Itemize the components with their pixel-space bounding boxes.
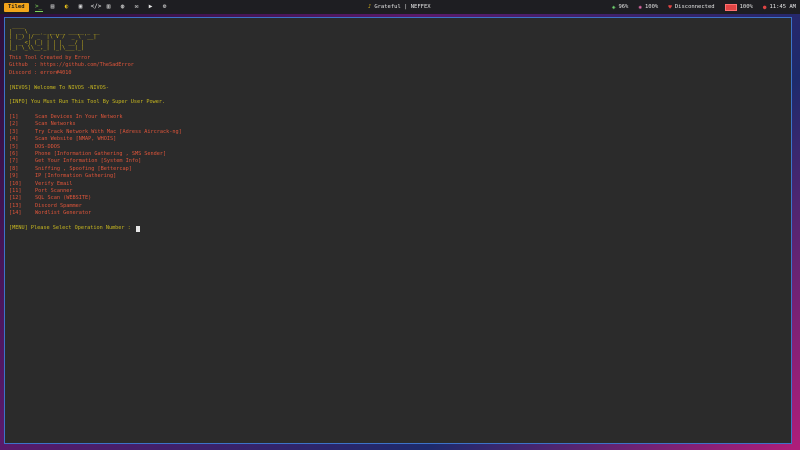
menu-item-label: Try Crack Network With Mac [Adress Aircr…	[35, 128, 182, 135]
wifi-value: 96%	[618, 4, 629, 10]
wifi-icon: ◈	[611, 3, 616, 11]
menu-item: [12] SQL Scan (WEBSITE)	[9, 195, 787, 202]
menu-item-number: [10]	[9, 180, 22, 187]
menu-item-label: Scan Devices In Your Network	[35, 114, 123, 121]
workspace-layout-button[interactable]: Tiled	[4, 2, 29, 12]
menu-item-number: [13]	[9, 202, 22, 209]
system-tray: ◈ 96% ✺ 100% ♥ Disconnected 100% ● 11:45…	[602, 0, 796, 14]
music-icon: ♪	[368, 4, 372, 10]
menu-item-label: Port Scanner	[35, 188, 73, 194]
chat-icon[interactable]: ◍	[119, 3, 127, 11]
menu-item-label: Phone [Information Gathering , SMS Sende…	[35, 151, 167, 158]
menu-item-label: Scan Networks	[35, 121, 76, 128]
credit-github: Github : https://github.com/TheSadError	[9, 62, 134, 69]
menu-item-number: [8]	[9, 165, 19, 172]
menu-item-number: [5]	[9, 143, 19, 150]
now-playing-label: Grateful | NEFFEX	[374, 4, 431, 10]
menu-item-number: [4]	[9, 136, 19, 143]
menu-item-label: DOS-DDOS	[35, 143, 60, 150]
terminal-window[interactable]: ____ | _ \ __ _ __ __ _____ _ __ | |_) |…	[4, 17, 792, 444]
menu-item-label: Scan Website [NMAP, WHOIS]	[35, 136, 117, 143]
operation-menu: [1] Scan Devices In Your Network [2] Scan …	[9, 114, 787, 217]
battery-status[interactable]: 100%	[724, 3, 753, 11]
menu-item-number: [2]	[9, 121, 19, 128]
video-icon[interactable]: ▶	[147, 3, 155, 11]
files-icon[interactable]: ▤	[49, 3, 57, 11]
info-line: [INFO] You Must Run This Tool By Super U…	[9, 99, 166, 106]
ascii-logo: ____ | _ \ __ _ __ __ _____ _ __ | |_) |…	[9, 23, 100, 52]
menu-item: [10] Verify Email	[9, 181, 787, 188]
menu-item-label: Discord Spammer	[35, 202, 82, 209]
code-icon[interactable]: </>	[91, 3, 102, 11]
welcome-line: [NIVOS] Welcome To NIVOS -NIVOS-	[9, 84, 109, 91]
prompt-label: [MENU] Please Select Operation Number :	[9, 224, 134, 231]
folder-icon[interactable]: ▣	[77, 3, 85, 11]
menu-item-label: SQL Scan (WEBSITE)	[35, 195, 92, 202]
menu-item: [9] IP [Information Gathering]	[9, 173, 787, 180]
menu-item-number: [9]	[9, 173, 19, 180]
vpn-icon: ♥	[668, 3, 672, 11]
menu-item: [14] Wordlist Generator	[9, 210, 787, 217]
menu-item-number: [1]	[9, 114, 19, 121]
cpu-status[interactable]: ✺ 100%	[638, 4, 658, 11]
wifi-status[interactable]: ◈ 96%	[612, 4, 629, 11]
document-icon[interactable]: ▥	[105, 3, 113, 11]
menu-item-number: [12]	[9, 195, 22, 202]
settings-icon[interactable]: ⚙	[161, 3, 169, 11]
browser-icon[interactable]: ◐	[63, 3, 71, 11]
top-panel: Tiled >_ ▤ ◐ ▣ </> ▥ ◍ ✉ ▶ ⚙ ♪ Grateful |…	[0, 0, 800, 14]
credit-discord: Discord : error#4010	[9, 69, 72, 76]
menu-item-label: Verify Email	[35, 180, 73, 187]
clock[interactable]: ● 11:45 AM	[763, 4, 796, 11]
menu-item: [5] DOS-DDOS	[9, 144, 787, 151]
text-cursor[interactable]	[135, 225, 140, 232]
menu-item-label: IP [Information Gathering]	[35, 173, 117, 180]
menu-item-number: [6]	[9, 151, 19, 158]
battery-icon	[724, 3, 737, 11]
menu-item: [1] Scan Devices In Your Network	[9, 114, 787, 121]
clock-icon: ●	[762, 3, 767, 11]
menu-item-label: Sniffing , Spoofing [Bettercap]	[35, 165, 132, 172]
credit-line: This Tool Created by Error	[9, 54, 91, 61]
vpn-value: Disconnected	[674, 4, 715, 10]
menu-item-number: [11]	[9, 188, 22, 194]
menu-item: [11] Port Scanner	[9, 188, 787, 195]
menu-item: [13] Discord Spammer	[9, 203, 787, 210]
menu-item: [6] Phone [Information Gathering , SMS Se…	[9, 151, 787, 158]
menu-item: [7] Get Your Information [System Info]	[9, 158, 787, 165]
vpn-status[interactable]: ♥ Disconnected	[668, 4, 714, 11]
now-playing[interactable]: ♪ Grateful | NEFFEX	[368, 0, 431, 14]
menu-item-label: Get Your Information [System Info]	[35, 158, 142, 165]
mail-icon[interactable]: ✉	[133, 3, 141, 11]
clock-value: 11:45 AM	[769, 4, 797, 10]
menu-item: [2] Scan Networks	[9, 121, 787, 128]
menu-item-number: [3]	[9, 128, 19, 135]
menu-item: [3] Try Crack Network With Mac [Adress Ai…	[9, 129, 787, 136]
menu-item: [4] Scan Website [NMAP, WHOIS]	[9, 136, 787, 143]
menu-item-label: Wordlist Generator	[35, 210, 92, 217]
terminal-icon[interactable]: >_	[34, 3, 43, 12]
menu-item: [8] Sniffing , Spoofing [Bettercap]	[9, 166, 787, 173]
cpu-value: 100%	[645, 4, 659, 10]
operation-prompt[interactable]: [MENU] Please Select Operation Number :	[9, 225, 787, 232]
battery-value: 100%	[739, 4, 753, 10]
menu-item-number: [14]	[9, 210, 22, 217]
menu-item-number: [7]	[9, 158, 19, 165]
cpu-icon: ✺	[638, 3, 642, 11]
